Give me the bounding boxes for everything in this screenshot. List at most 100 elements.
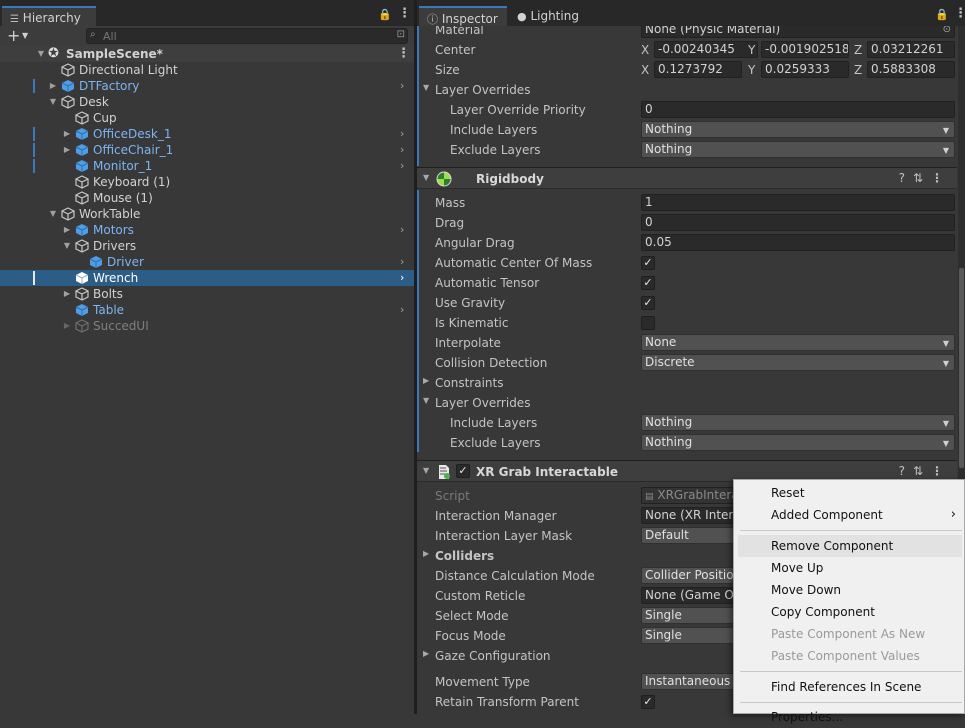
chevron-right-icon[interactable]: ›	[400, 142, 404, 158]
lock-icon[interactable]: 🔒	[378, 8, 392, 21]
rb-layer-overrides-foldout[interactable]: ▼ Layer Overrides	[417, 393, 957, 413]
menu-item-move-down[interactable]: Move Down	[738, 579, 962, 601]
more-options-icon[interactable]: ⋮	[954, 6, 965, 21]
hierarchy-item[interactable]: ▼ Desk	[0, 94, 414, 110]
auto-tensor-checkbox[interactable]: ✓	[641, 276, 655, 290]
hierarchy-item[interactable]: Directional Light	[0, 62, 414, 78]
chevron-right-icon[interactable]: ›	[400, 158, 404, 174]
fold-arrow-icon[interactable]: ▶	[423, 376, 429, 385]
hierarchy-item[interactable]: ▶ DTFactory ›	[0, 78, 414, 94]
hierarchy-item[interactable]: Driver ›	[0, 254, 414, 270]
fold-arrow-icon[interactable]: ▼	[48, 94, 58, 110]
hierarchy-item-selected[interactable]: Wrench ›	[0, 270, 414, 286]
retain-parent-checkbox[interactable]: ✓	[641, 695, 655, 709]
menu-item-find-references[interactable]: Find References In Scene	[738, 676, 962, 698]
include-layers-dropdown[interactable]: Nothing	[641, 121, 955, 138]
help-icon[interactable]: ?	[899, 464, 913, 478]
hierarchy-item[interactable]: ▼ WorkTable	[0, 206, 414, 222]
help-icon[interactable]: ?	[899, 171, 913, 185]
rb-include-layers-dropdown[interactable]: Nothing	[641, 414, 955, 431]
fold-arrow-icon[interactable]: ▶	[423, 549, 429, 558]
tab-inspector[interactable]: ⓘ Inspector	[419, 6, 507, 26]
chevron-right-icon[interactable]: ›	[400, 302, 404, 318]
drag-field[interactable]: 0	[641, 214, 955, 231]
lock-icon[interactable]: 🔒	[935, 8, 949, 21]
fold-arrow-icon[interactable]: ▶	[62, 222, 72, 238]
hierarchy-tabbar: ☰ Hierarchy 🔒 ⋮	[0, 0, 414, 26]
preset-icon[interactable]: ⇅	[913, 171, 931, 185]
axis-x-label: X	[641, 43, 650, 57]
fold-arrow-icon[interactable]: ▼	[62, 238, 72, 254]
hierarchy-item-label: Mouse (1)	[93, 191, 153, 205]
scene-row[interactable]: ▼ ✪ SampleScene* ⋮	[0, 46, 414, 62]
fold-arrow-icon[interactable]: ▼	[48, 206, 58, 222]
fold-arrow-icon[interactable]: ▶	[48, 78, 58, 94]
menu-item-move-up[interactable]: Move Up	[738, 557, 962, 579]
chevron-right-icon[interactable]: ›	[400, 222, 404, 238]
menu-item-properties[interactable]: Properties...	[738, 706, 962, 728]
hierarchy-item[interactable]: ▶ OfficeChair_1 ›	[0, 142, 414, 158]
center-x-field[interactable]: -0.00240345	[654, 41, 758, 58]
size-z-field[interactable]: 0.5883308	[867, 61, 955, 78]
angular-drag-field[interactable]: 0.05	[641, 234, 955, 251]
preset-icon[interactable]: ⇅	[913, 464, 931, 478]
rb-exclude-layers-dropdown[interactable]: Nothing	[641, 434, 955, 451]
fold-arrow-icon[interactable]: ▼	[423, 173, 429, 182]
override-priority-field[interactable]: 0	[641, 101, 955, 118]
fold-arrow-icon[interactable]: ▼	[423, 83, 429, 92]
fold-arrow-icon[interactable]: ▶	[62, 318, 72, 334]
exclude-layers-dropdown[interactable]: Nothing	[641, 141, 955, 158]
fold-arrow-icon[interactable]: ▼	[423, 466, 429, 475]
tab-lighting[interactable]: ● Lighting	[517, 9, 579, 23]
chevron-right-icon[interactable]: ›	[400, 126, 404, 142]
component-menu-icon[interactable]: ⋮	[931, 464, 951, 478]
search-input[interactable]	[103, 29, 383, 43]
search-filter-icon[interactable]: ⊡	[397, 29, 405, 40]
chevron-right-icon[interactable]: ›	[400, 78, 404, 94]
menu-item-remove-component[interactable]: Remove Component	[738, 535, 962, 557]
fold-arrow-icon[interactable]: ▼	[36, 46, 46, 62]
hierarchy-item[interactable]: ▼ Drivers	[0, 238, 414, 254]
hierarchy-item[interactable]: ▶ Motors ›	[0, 222, 414, 238]
fold-arrow-icon[interactable]: ▼	[423, 396, 429, 405]
mass-field[interactable]: 1	[641, 194, 955, 211]
more-options-icon[interactable]: ⋮	[398, 6, 411, 21]
menu-item-reset[interactable]: Reset	[738, 482, 962, 504]
component-menu-icon[interactable]: ⋮	[931, 171, 951, 185]
component-enabled-checkbox[interactable]: ✓	[456, 464, 470, 478]
scene-more-icon[interactable]: ⋮	[397, 46, 410, 62]
size-x-field[interactable]: 0.1273792	[654, 61, 742, 78]
menu-item-added-component[interactable]: Added Component ›	[738, 504, 962, 526]
fold-arrow-icon[interactable]: ▶	[423, 649, 429, 658]
inspector-scroll-thumb[interactable]	[959, 268, 964, 468]
size-y-field[interactable]: 0.0259333	[761, 61, 849, 78]
auto-com-checkbox[interactable]: ✓	[641, 256, 655, 270]
menu-item-copy-component[interactable]: Copy Component	[738, 601, 962, 623]
tab-hierarchy[interactable]: ☰ Hierarchy	[2, 6, 96, 26]
hierarchy-item[interactable]: ▶ OfficeDesk_1 ›	[0, 126, 414, 142]
hierarchy-item[interactable]: Keyboard (1)	[0, 174, 414, 190]
hierarchy-item[interactable]: Cup	[0, 110, 414, 126]
interpolate-dropdown[interactable]: None	[641, 334, 955, 351]
chevron-down-icon[interactable]: ▼	[22, 31, 28, 40]
fold-arrow-icon[interactable]: ▶	[62, 286, 72, 302]
constraints-foldout[interactable]: ▶ Constraints	[417, 373, 957, 393]
hierarchy-item[interactable]: ▶ Bolts	[0, 286, 414, 302]
chevron-right-icon[interactable]: ›	[400, 254, 404, 270]
hierarchy-item[interactable]: Mouse (1)	[0, 190, 414, 206]
add-icon[interactable]: +	[7, 26, 20, 45]
center-y-field[interactable]: -0.001902518	[761, 41, 849, 58]
fold-arrow-icon[interactable]: ▶	[62, 142, 72, 158]
use-gravity-checkbox[interactable]: ✓	[641, 296, 655, 310]
layer-overrides-foldout[interactable]: ▼ Layer Overrides	[417, 80, 957, 100]
hierarchy-search[interactable]: ⌕ ⊡	[86, 28, 408, 44]
hierarchy-item[interactable]: ▶ SuccedUI	[0, 318, 414, 334]
collision-detection-dropdown[interactable]: Discrete	[641, 354, 955, 371]
chevron-right-icon[interactable]: ›	[400, 270, 404, 286]
center-z-field[interactable]: 0.03212261	[867, 41, 955, 58]
hierarchy-item[interactable]: Table ›	[0, 302, 414, 318]
is-kinematic-checkbox[interactable]	[641, 316, 655, 330]
hierarchy-item[interactable]: Monitor_1 ›	[0, 158, 414, 174]
rigidbody-header[interactable]: ▼ Rigidbody ?⇅⋮	[417, 167, 957, 189]
fold-arrow-icon[interactable]: ▶	[62, 126, 72, 142]
